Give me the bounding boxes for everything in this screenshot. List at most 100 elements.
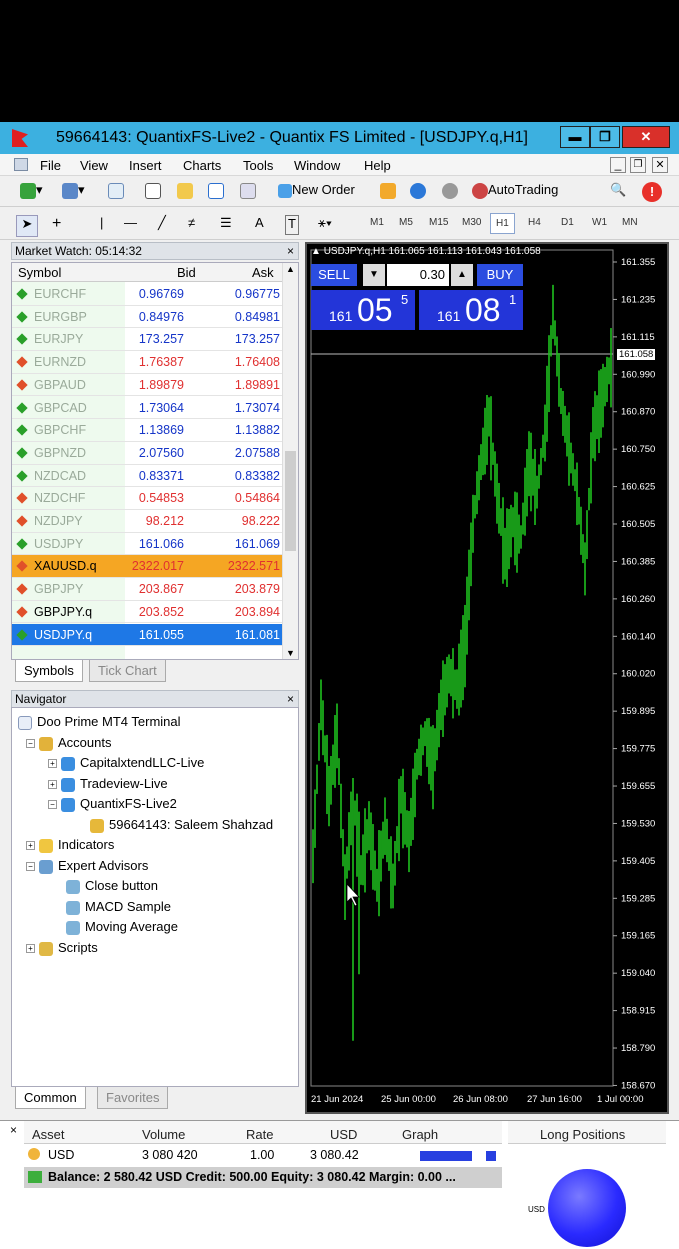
lot-up-button[interactable]: ▲	[451, 264, 473, 286]
minimize-button[interactable]: ▬	[560, 126, 590, 148]
market-watch-row[interactable]: EURCHF 0.96769 0.96775	[12, 283, 284, 306]
menu-insert[interactable]: Insert	[129, 158, 162, 173]
new-chart-icon[interactable]: ▾	[20, 182, 43, 202]
tree-expert-3[interactable]: Moving Average	[66, 919, 178, 935]
close-icon[interactable]: ×	[287, 691, 294, 707]
lot-down-button[interactable]: ▼	[363, 264, 385, 286]
restore-button[interactable]: ❐	[590, 126, 620, 148]
volume-header[interactable]: Volume	[142, 1127, 185, 1142]
ask-header[interactable]: Ask	[252, 265, 274, 280]
graph-header[interactable]: Graph	[402, 1127, 438, 1142]
market-watch-row[interactable]: GBPCAD 1.73064 1.73074	[12, 397, 284, 420]
tab-symbols[interactable]: Symbols	[15, 660, 83, 682]
bid-header[interactable]: Bid	[177, 265, 196, 280]
tree-expert-1[interactable]: Close button	[66, 878, 158, 894]
market-watch-row[interactable]: NZDCAD 0.83371 0.83382	[12, 465, 284, 488]
metaeditor-icon[interactable]	[380, 182, 396, 202]
sell-price-panel[interactable]: 161 05 5	[311, 290, 415, 330]
tree-accounts[interactable]: − Accounts	[26, 735, 111, 751]
market-watch-scrollbar[interactable]: ▲ ▼	[282, 263, 298, 659]
tf-d1[interactable]: D1	[561, 217, 574, 228]
menu-charts[interactable]: Charts	[183, 158, 221, 173]
tf-m5[interactable]: M5	[399, 217, 413, 228]
tree-experts[interactable]: − Expert Advisors	[26, 858, 148, 874]
menu-view[interactable]: View	[80, 158, 108, 173]
tf-m30[interactable]: M30	[462, 217, 481, 228]
horizontal-line-icon[interactable]: —	[124, 215, 137, 235]
market-watch-row[interactable]: NZDCHF 0.54853 0.54864	[12, 487, 284, 510]
tree-account-user[interactable]: 59664143: Saleem Shahzad	[90, 817, 273, 833]
market-watch-row[interactable]: GBPJPY.q 203.852 203.894	[12, 601, 284, 624]
tf-m1[interactable]: M1	[370, 217, 384, 228]
exposure-row[interactable]: USD 3 080 420 1.00 3 080.42	[24, 1145, 502, 1165]
tree-account-2[interactable]: + Tradeview-Live	[48, 776, 168, 792]
alert-icon[interactable]: !	[642, 182, 662, 202]
text-icon[interactable]: A	[255, 215, 264, 235]
close-button[interactable]: ✕	[622, 126, 670, 148]
tree-account-1[interactable]: + CapitalxtendLLC-Live	[48, 755, 204, 771]
terminal-icon[interactable]	[208, 182, 224, 202]
search-icon[interactable]: 🔍	[610, 182, 626, 202]
lot-input[interactable]: 0.30	[387, 264, 449, 286]
tree-account-3[interactable]: − QuantixFS-Live2	[48, 796, 177, 812]
navigator-icon[interactable]	[145, 182, 161, 202]
close-icon[interactable]: ×	[287, 243, 294, 259]
market-watch-icon[interactable]	[108, 182, 124, 202]
market-watch-row[interactable]: EURGBP 0.84976 0.84981	[12, 306, 284, 329]
market-watch-row[interactable]: USDJPY 161.066 161.069	[12, 533, 284, 556]
market-watch-row[interactable]: EURNZD 1.76387 1.76408	[12, 351, 284, 374]
channel-icon[interactable]: ≠	[188, 215, 195, 235]
tf-h1[interactable]: H1	[490, 213, 515, 234]
tab-tick-chart[interactable]: Tick Chart	[89, 660, 166, 682]
new-order-button[interactable]: New Order	[278, 182, 355, 202]
market-watch-row[interactable]: EURJPY 173.257 173.257	[12, 328, 284, 352]
folder-icon[interactable]	[177, 182, 193, 202]
usd-header[interactable]: USD	[330, 1127, 357, 1142]
asset-header[interactable]: Asset	[32, 1127, 65, 1142]
mdi-restore-button[interactable]: ❐	[630, 157, 646, 173]
text-label-icon[interactable]: T	[285, 215, 299, 235]
buy-price-panel[interactable]: 161 08 1	[419, 290, 523, 330]
shapes-icon[interactable]: ⚹▾	[318, 215, 332, 235]
scroll-down-icon[interactable]: ▼	[286, 648, 295, 658]
scroll-up-icon[interactable]: ▲	[286, 264, 295, 274]
menu-window[interactable]: Window	[294, 158, 340, 173]
mdi-close-button[interactable]: ✕	[652, 157, 668, 173]
tree-scripts[interactable]: + Scripts	[26, 940, 98, 956]
tab-common[interactable]: Common	[15, 1087, 86, 1109]
symbol-header[interactable]: Symbol	[18, 265, 61, 280]
scroll-thumb[interactable]	[285, 451, 296, 551]
tf-m15[interactable]: M15	[429, 217, 448, 228]
profiles-icon[interactable]: ▾	[62, 182, 85, 202]
market-watch-row[interactable]: NZDJPY 98.212 98.222	[12, 510, 284, 533]
market-watch-row[interactable]: USDJPY.q 161.055 161.081	[12, 623, 284, 647]
market-watch-row[interactable]: GBPAUD 1.89879 1.89891	[12, 374, 284, 397]
sell-button[interactable]: SELL	[311, 264, 357, 286]
mdi-minimize-button[interactable]: _	[610, 157, 626, 173]
tf-mn[interactable]: MN	[622, 217, 638, 228]
tree-expert-2[interactable]: MACD Sample	[66, 899, 171, 915]
tf-w1[interactable]: W1	[592, 217, 607, 228]
market-watch-row[interactable]: XAUUSD.q 2322.017 2322.571	[12, 555, 284, 579]
menu-help[interactable]: Help	[364, 158, 391, 173]
tester-icon[interactable]	[240, 182, 256, 202]
autotrading-button[interactable]: AutoTrading	[472, 182, 558, 202]
rate-header[interactable]: Rate	[246, 1127, 273, 1142]
fibonacci-icon[interactable]: ☰	[220, 215, 232, 235]
vertical-line-icon[interactable]: |	[100, 215, 103, 235]
market-watch-row[interactable]: GBPNZD 2.07560 2.07588	[12, 442, 284, 465]
tree-root[interactable]: Doo Prime MT4 Terminal	[18, 714, 181, 730]
buy-button[interactable]: BUY	[477, 264, 523, 286]
tf-h4[interactable]: H4	[528, 217, 541, 228]
tab-favorites[interactable]: Favorites	[97, 1087, 169, 1109]
chart-window[interactable]: 161.355 161.235 161.115 160.990 160.870 160.7…	[305, 242, 669, 1114]
signals-icon[interactable]	[442, 182, 458, 202]
market-watch-row[interactable]: GBPJPY 203.867 203.879	[12, 578, 284, 601]
tree-indicators[interactable]: + Indicators	[26, 837, 114, 853]
cursor-icon[interactable]: ➤	[16, 215, 38, 237]
price-chart[interactable]: 161.355 161.235 161.115 160.990 160.870 160.7…	[307, 244, 667, 1112]
menu-tools[interactable]: Tools	[243, 158, 273, 173]
market-watch-row[interactable]: GBPCHF 1.13869 1.13882	[12, 419, 284, 442]
close-icon[interactable]: ×	[10, 1123, 17, 1137]
crosshair-icon[interactable]: +	[52, 215, 61, 235]
